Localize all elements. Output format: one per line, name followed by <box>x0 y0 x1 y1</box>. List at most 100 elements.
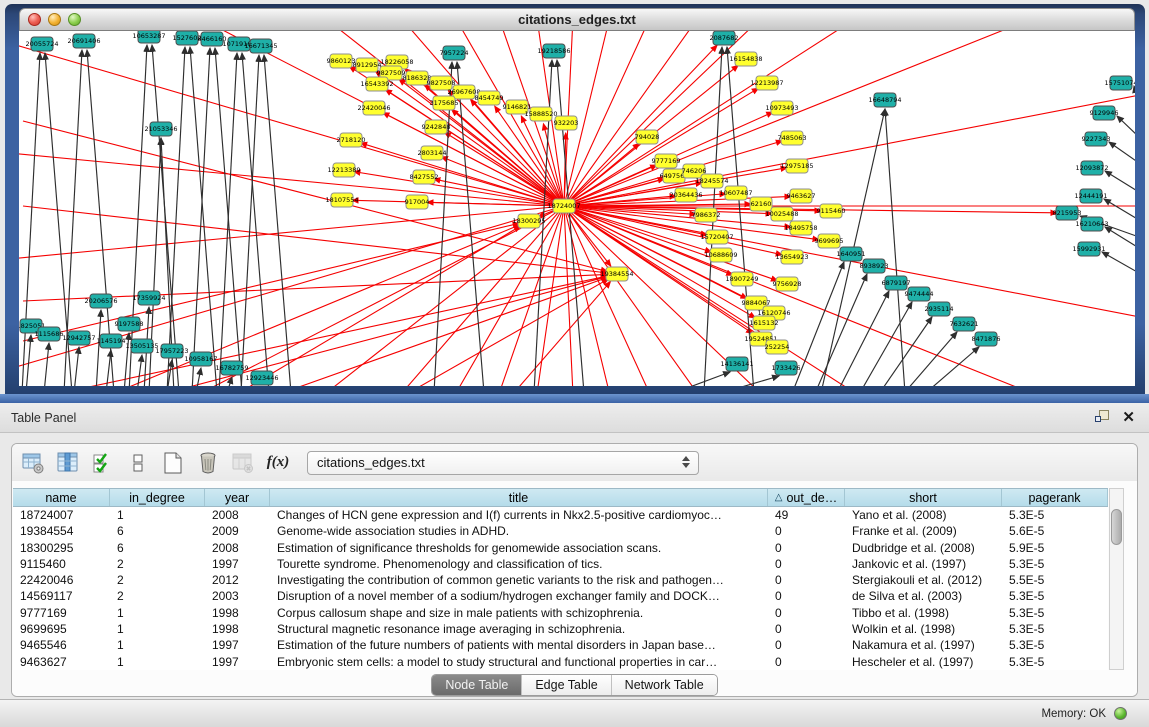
close-window-icon[interactable] <box>28 13 41 26</box>
graph-node[interactable]: 917004 <box>405 195 430 209</box>
graph-node[interactable]: 9242848 <box>422 120 451 134</box>
column-header-short[interactable]: short <box>845 489 1002 506</box>
graph-node[interactable]: 7485063 <box>778 131 807 145</box>
graph-node[interactable]: 9129946 <box>1090 106 1119 120</box>
row-height-icon[interactable] <box>126 451 150 475</box>
graph-node[interactable]: 12213389 <box>327 163 360 177</box>
table-selector-dropdown[interactable]: citations_edges.txt <box>307 451 699 475</box>
graph-node[interactable]: 14136141 <box>720 357 753 371</box>
select-columns-icon[interactable] <box>56 451 80 475</box>
graph-node[interactable]: 9463627 <box>787 189 816 203</box>
select-attributes-icon[interactable] <box>91 451 115 475</box>
graph-node[interactable]: 10958167 <box>184 352 217 366</box>
table-row[interactable]: 977716911998Corpus callosum shape and si… <box>13 605 1108 621</box>
vertical-scrollbar[interactable] <box>1109 488 1124 670</box>
graph-node[interactable]: 9777169 <box>652 154 681 168</box>
graph-node[interactable]: 932203 <box>554 116 579 130</box>
graph-node[interactable]: 18907249 <box>725 272 758 286</box>
graph-node[interactable]: 15720407 <box>700 230 733 244</box>
graph-node[interactable]: 2803144 <box>418 146 447 160</box>
delete-table-icon[interactable] <box>196 451 220 475</box>
graph-node[interactable]: 12923446 <box>245 371 278 385</box>
graph-node[interactable]: 13505135 <box>125 339 158 353</box>
tab-network-table[interactable]: Network Table <box>611 675 717 695</box>
graph-node[interactable]: 15751074 <box>1104 76 1135 90</box>
graph-node[interactable]: 10653287 <box>132 31 165 43</box>
graph-node[interactable]: 21053346 <box>144 122 177 136</box>
table-row[interactable]: 2242004622012Investigating the contribut… <box>13 572 1108 588</box>
graph-node[interactable]: 6879197 <box>882 276 911 290</box>
scrollbar-thumb[interactable] <box>1111 509 1122 545</box>
table-row[interactable]: 1456911722003Disruption of a novel membe… <box>13 588 1108 604</box>
table-row[interactable]: 969969511998Structural magnetic resonanc… <box>13 621 1108 637</box>
window-title-bar[interactable]: citations_edges.txt <box>19 8 1135 31</box>
table-settings-icon[interactable] <box>21 451 45 475</box>
graph-node[interactable]: 12975185 <box>780 159 813 173</box>
new-table-icon[interactable] <box>161 451 185 475</box>
column-header-out_de[interactable]: △out_de… <box>768 489 845 506</box>
column-header-year[interactable]: year <box>205 489 270 506</box>
graph-node[interactable]: 7986372 <box>692 208 721 222</box>
graph-node[interactable]: 20691406 <box>67 34 100 48</box>
graph-node[interactable]: 16648794 <box>868 93 901 107</box>
column-header-title[interactable]: title <box>270 489 768 506</box>
graph-node[interactable]: 15992931 <box>1072 242 1105 256</box>
tab-node-table[interactable]: Node Table <box>432 675 521 695</box>
column-header-name[interactable]: name <box>13 489 110 506</box>
graph-node[interactable]: 19384554 <box>600 267 633 281</box>
graph-node[interactable]: 7632621 <box>950 317 979 331</box>
network-graph[interactable]: 2005572420691406106532871527602846616010… <box>19 31 1135 386</box>
graph-node[interactable]: 22420046 <box>357 101 390 115</box>
graph-node[interactable]: 252254 <box>765 340 790 354</box>
memory-status-indicator[interactable] <box>1114 707 1127 720</box>
graph-node[interactable]: 9115460 <box>817 204 846 218</box>
tab-edge-table[interactable]: Edge Table <box>521 675 610 695</box>
graph-node[interactable]: 7957224 <box>440 46 469 60</box>
graph-node[interactable]: 18495758 <box>784 221 817 235</box>
graph-node[interactable]: 10025488 <box>765 207 798 221</box>
graph-node[interactable]: 18107554 <box>325 193 358 207</box>
graph-node[interactable]: 9474444 <box>905 287 934 301</box>
graph-node[interactable]: 9197588 <box>115 317 144 331</box>
graph-node[interactable]: 9860123 <box>327 54 356 68</box>
graph-node[interactable]: 1640951 <box>837 247 866 261</box>
graph-node[interactable]: 18245574 <box>695 174 728 188</box>
panel-splitter[interactable] <box>0 394 1149 403</box>
graph-node[interactable]: 12213987 <box>750 76 783 90</box>
graph-node[interactable]: 8938923 <box>860 259 889 273</box>
graph-node[interactable]: 16543392 <box>360 77 393 91</box>
table-row[interactable]: 1872400712008Changes of HCN gene express… <box>13 507 1108 523</box>
graph-node[interactable]: 8427552 <box>410 170 439 184</box>
function-builder-icon[interactable]: f(x) <box>266 451 290 475</box>
graph-node[interactable]: 16154838 <box>729 52 762 66</box>
column-header-pagerank[interactable]: pagerank <box>1002 489 1108 506</box>
table-row[interactable]: 911546021997Tourette syndrome. Phenomeno… <box>13 556 1108 572</box>
graph-node[interactable]: 8454749 <box>475 91 504 105</box>
graph-node[interactable]: 10688609 <box>704 248 737 262</box>
graph-node[interactable]: 13654923 <box>775 250 808 264</box>
network-canvas[interactable]: 2005572420691406106532871527602846616010… <box>19 31 1135 386</box>
graph-node[interactable]: 2087682 <box>710 31 739 45</box>
graph-node[interactable]: 1115686 <box>35 327 64 341</box>
graph-node[interactable]: 16671345 <box>244 39 277 53</box>
graph-node[interactable]: 8215953 <box>1053 206 1082 220</box>
graph-node[interactable]: 16210643 <box>1075 217 1108 231</box>
graph-node[interactable]: 9227343 <box>1082 132 1111 146</box>
graph-node[interactable]: 3175685 <box>430 96 459 110</box>
graph-node[interactable]: 62160 <box>750 197 772 211</box>
minimize-window-icon[interactable] <box>48 13 61 26</box>
graph-node[interactable]: 2718120 <box>337 133 366 147</box>
graph-node[interactable]: 2935114 <box>925 302 954 316</box>
table-row[interactable]: 946362711997Embryonic stem cells: a mode… <box>13 654 1108 670</box>
graph-node[interactable]: 12942757 <box>62 331 95 345</box>
graph-node[interactable]: 8471876 <box>972 332 1001 346</box>
graph-node[interactable]: 15888520 <box>524 107 557 121</box>
zoom-window-icon[interactable] <box>68 13 81 26</box>
graph-node[interactable]: 9699695 <box>815 234 844 248</box>
close-panel-icon[interactable]: ✕ <box>1122 410 1135 425</box>
table-row[interactable]: 1830029562008Estimation of significance … <box>13 540 1108 556</box>
graph-node[interactable]: 12093872 <box>1075 161 1108 175</box>
graph-node[interactable]: 1145194 <box>97 334 126 348</box>
graph-node[interactable]: 1733426 <box>772 361 801 375</box>
graph-node[interactable]: 17359924 <box>132 291 165 305</box>
